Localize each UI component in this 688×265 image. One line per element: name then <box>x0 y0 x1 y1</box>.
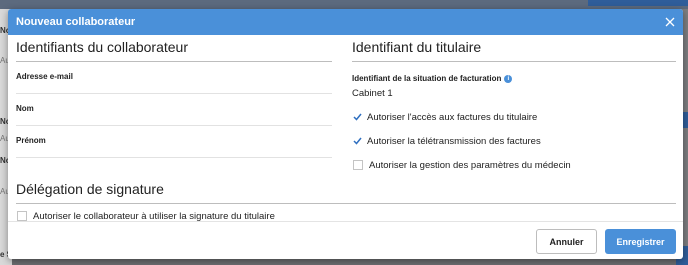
close-icon[interactable] <box>663 15 677 29</box>
billing-situation-label-row: Identifiant de la situation de facturati… <box>352 74 676 83</box>
permission-invoices-access[interactable]: Autoriser l'accès aux factures du titula… <box>352 105 676 129</box>
billing-situation-label: Identifiant de la situation de facturati… <box>352 74 502 83</box>
checkbox-unchecked[interactable] <box>17 211 27 221</box>
last-name-field: Nom <box>16 94 332 126</box>
collaborator-identifiers-section: Identifiants du collaborateur Adresse e-… <box>16 39 332 158</box>
background-accent <box>588 0 688 6</box>
checkbox-unchecked[interactable] <box>353 160 363 170</box>
modal-title: Nouveau collaborateur <box>16 16 136 28</box>
email-field: Adresse e-mail <box>16 62 332 94</box>
last-name-label: Nom <box>16 104 34 113</box>
billing-situation-value: Cabinet 1 <box>352 88 393 99</box>
first-name-label: Prénom <box>16 136 46 145</box>
section-title-holder: Identifiant du titulaire <box>352 39 676 62</box>
permissions-list: Autoriser l'accès aux factures du titula… <box>352 105 676 177</box>
email-input[interactable] <box>16 82 332 92</box>
permission-teletransmission[interactable]: Autoriser la télétransmission des factur… <box>352 129 676 153</box>
permission-doctor-settings[interactable]: Autoriser la gestion des paramètres du m… <box>352 153 676 177</box>
permission-label: Autoriser la gestion des paramètres du m… <box>369 159 571 171</box>
background-topbar <box>0 0 688 9</box>
check-icon[interactable] <box>352 112 362 122</box>
new-collaborator-modal: Nouveau collaborateur Identifiants du co… <box>8 9 683 259</box>
check-icon[interactable] <box>352 136 362 146</box>
delegation-option-label: Autoriser le collaborateur à utiliser la… <box>33 210 275 222</box>
section-title-delegation: Délégation de signature <box>16 181 164 197</box>
section-title-identifiers: Identifiants du collaborateur <box>16 39 332 62</box>
cancel-button[interactable]: Annuler <box>536 229 597 254</box>
permission-label: Autoriser l'accès aux factures du titula… <box>367 111 538 123</box>
last-name-input[interactable] <box>16 114 332 124</box>
email-label: Adresse e-mail <box>16 72 73 81</box>
permission-label: Autoriser la télétransmission des factur… <box>367 135 541 147</box>
save-button[interactable]: Enregistrer <box>605 229 676 254</box>
info-icon[interactable]: i <box>504 74 513 83</box>
holder-identifier-section: Identifiant du titulaire Identifiant de … <box>352 39 676 177</box>
modal-header: Nouveau collaborateur <box>8 9 683 35</box>
first-name-field: Prénom <box>16 126 332 158</box>
modal-footer: Annuler Enregistrer <box>8 221 683 259</box>
signature-delegation-section: Délégation de signature Autoriser le col… <box>16 181 676 225</box>
first-name-input[interactable] <box>16 146 332 156</box>
